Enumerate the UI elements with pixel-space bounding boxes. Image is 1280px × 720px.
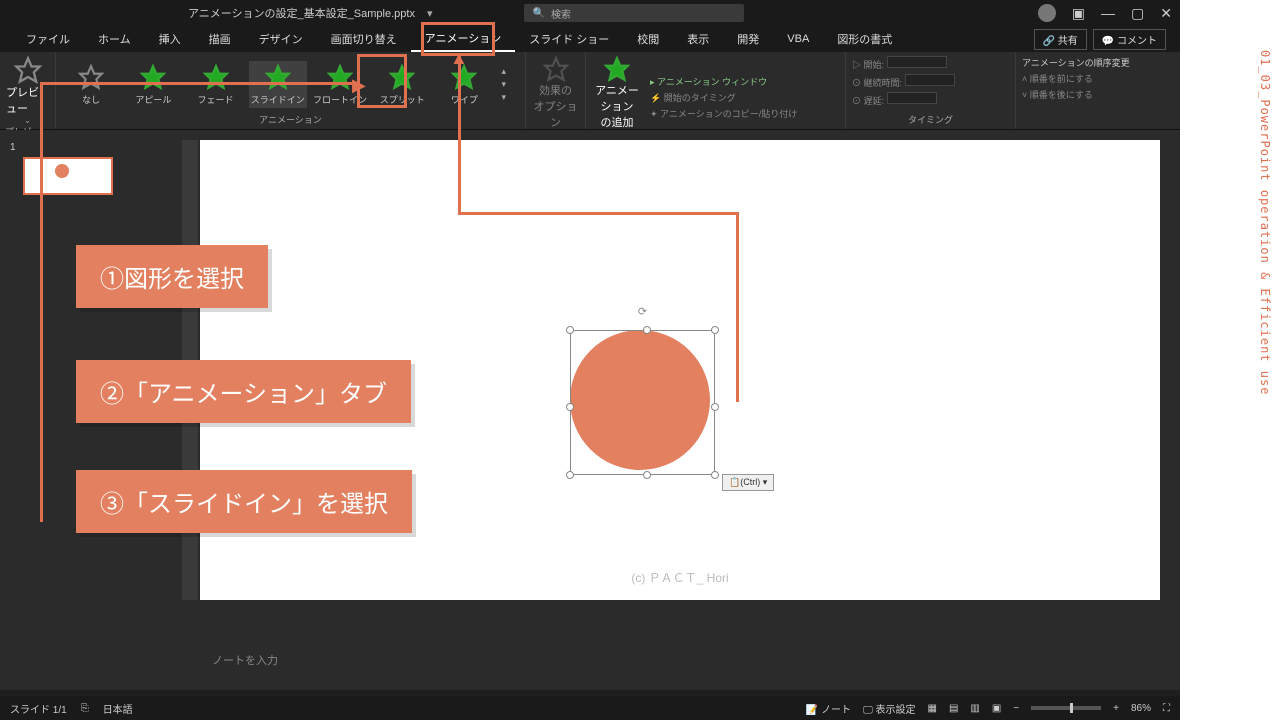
view-slideshow-icon[interactable]: ▣ — [992, 703, 1001, 714]
arrow-1-head: ▶ — [352, 75, 366, 96]
thumb-number: 1 — [10, 142, 172, 153]
group-label-timing: タイミング — [846, 113, 1015, 129]
star-icon — [14, 56, 42, 84]
ribbon-options-icon[interactable]: ▣ — [1072, 5, 1085, 22]
animation-painter-button[interactable]: ✦ アニメーションのコピー/貼り付け — [650, 107, 797, 120]
effect-options-button[interactable]: 効果の オプション — [532, 56, 579, 130]
tab-review[interactable]: 校閲 — [623, 27, 673, 51]
ribbon-tabs: ファイル ホーム 挿入 描画 デザイン 画面切り替え アニメーション スライド … — [0, 26, 1180, 52]
tab-view[interactable]: 表示 — [673, 27, 723, 51]
callout-3: ③「スライドイン」を選択 — [76, 470, 412, 533]
view-sorter-icon[interactable]: ▤ — [949, 703, 958, 714]
arrow-2-v — [458, 56, 461, 214]
ribbon-right: 🔗 共有 💬 コメント — [1020, 25, 1180, 54]
ribbon-group-preview: プレビュー ⌄ プレビュー — [0, 52, 56, 129]
search-placeholder: 検索 — [551, 6, 571, 21]
zoom-value[interactable]: 86% — [1131, 703, 1151, 714]
selection-box: ⟳ — [570, 330, 715, 475]
maximize-icon[interactable]: ▢ — [1131, 5, 1144, 22]
move-earlier-button[interactable]: ˄ 順番を前にする — [1022, 72, 1093, 85]
animation-pane-button[interactable]: ▸ アニメーション ウィンドウ — [650, 75, 797, 88]
side-caption: 01_03_PowerPoint operation & Efficient u… — [1258, 50, 1272, 395]
fit-icon[interactable]: ⛶ — [1163, 703, 1170, 714]
view-reading-icon[interactable]: ▥ — [970, 703, 979, 714]
share-button[interactable]: 🔗 共有 — [1034, 29, 1087, 50]
search-icon: 🔍 — [532, 8, 544, 19]
comment-button[interactable]: 💬 コメント — [1093, 29, 1166, 50]
dropdown-icon[interactable]: ▾ — [427, 7, 433, 20]
start-field[interactable]: ▷ 開始: — [852, 56, 947, 71]
notes-pane[interactable]: ノートを入力 — [200, 640, 1160, 690]
accessibility-icon[interactable]: ⎘ — [81, 703, 89, 714]
trigger-button[interactable]: ⚡ 開始のタイミング — [650, 91, 797, 104]
zoom-out[interactable]: − — [1013, 703, 1019, 714]
close-icon[interactable]: ✕ — [1160, 5, 1172, 22]
arrow-1-h — [40, 82, 358, 85]
zoom-in[interactable]: + — [1113, 703, 1119, 714]
callout-2: ②「アニメーション」タブ — [76, 360, 411, 423]
ribbon-group-effect: 効果の オプション — [526, 52, 586, 129]
titlebar: アニメーションの設定_基本設定_Sample.pptx ▾ 🔍 検索 ▣ — ▢… — [0, 0, 1180, 26]
arrow-1-v — [40, 82, 43, 522]
ribbon-group-advanced: アニメーション の追加⌄ ▸ アニメーション ウィンドウ ⚡ 開始のタイミング … — [586, 52, 846, 129]
notes-placeholder: ノートを入力 — [212, 655, 278, 667]
thumb-shape — [55, 164, 69, 178]
gallery-more[interactable]: ▴▾▾ — [502, 66, 519, 103]
ribbon: プレビュー ⌄ プレビュー なし アピール フェード スライドイン フロートイン… — [0, 52, 1180, 130]
arrow-2-h — [458, 212, 738, 215]
tab-draw[interactable]: 描画 — [195, 27, 245, 51]
move-later-button[interactable]: ˅ 順番を後にする — [1022, 88, 1093, 101]
anim-split[interactable]: スプリット — [373, 61, 431, 108]
add-animation-button[interactable]: アニメーション の追加⌄ — [592, 56, 642, 139]
paste-options-tag[interactable]: 📋(Ctrl) ▾ — [722, 474, 774, 491]
tab-transition[interactable]: 画面切り替え — [317, 27, 411, 51]
ribbon-group-reorder: アニメーションの順序変更 ˄ 順番を前にする ˅ 順番を後にする — [1016, 52, 1166, 129]
tab-file[interactable]: ファイル — [12, 27, 84, 51]
arrow-2-v2 — [736, 212, 739, 402]
statusbar: スライド 1/1 ⎘ 日本語 📝 ノート 🖵 表示設定 ▦ ▤ ▥ ▣ − + … — [0, 696, 1180, 720]
ribbon-group-timing: ▷ 開始: ⊙ 継続時間: ⊙ 遅延: タイミング — [846, 52, 1016, 129]
notes-toggle[interactable]: 📝 ノート — [806, 701, 851, 716]
display-settings[interactable]: 🖵 表示設定 — [863, 701, 915, 716]
file-title: アニメーションの設定_基本設定_Sample.pptx — [188, 5, 415, 21]
tab-home[interactable]: ホーム — [84, 27, 145, 51]
callout-1: ①図形を選択 — [76, 245, 268, 308]
status-lang[interactable]: 日本語 — [103, 701, 133, 716]
tab-design[interactable]: デザイン — [245, 27, 317, 51]
arrow-2-head: ▲ — [450, 48, 468, 69]
rotate-handle[interactable]: ⟳ — [638, 305, 647, 318]
search-box[interactable]: 🔍 検索 — [524, 4, 744, 22]
duration-field[interactable]: ⊙ 継続時間: — [852, 74, 955, 89]
window-controls: ▣ — ▢ ✕ — [1038, 4, 1172, 22]
reorder-label: アニメーションの順序変更 — [1022, 56, 1130, 69]
group-label-animation: アニメーション — [56, 113, 525, 129]
tab-insert[interactable]: 挿入 — [145, 27, 195, 51]
tab-shapeformat[interactable]: 図形の書式 — [823, 27, 906, 51]
tab-vba[interactable]: VBA — [773, 29, 823, 49]
tab-slideshow[interactable]: スライド ショー — [515, 27, 623, 51]
zoom-slider[interactable] — [1031, 706, 1101, 710]
minimize-icon[interactable]: — — [1101, 5, 1115, 21]
slide-thumbnail-1[interactable] — [23, 157, 113, 195]
status-slide[interactable]: スライド 1/1 — [10, 701, 67, 716]
user-avatar[interactable] — [1038, 4, 1056, 22]
view-normal-icon[interactable]: ▦ — [927, 703, 936, 714]
tab-develop[interactable]: 開発 — [723, 27, 773, 51]
delay-field[interactable]: ⊙ 遅延: — [852, 92, 937, 107]
watermark: (c) ＰＡＣＴ_ Hori — [631, 569, 728, 586]
